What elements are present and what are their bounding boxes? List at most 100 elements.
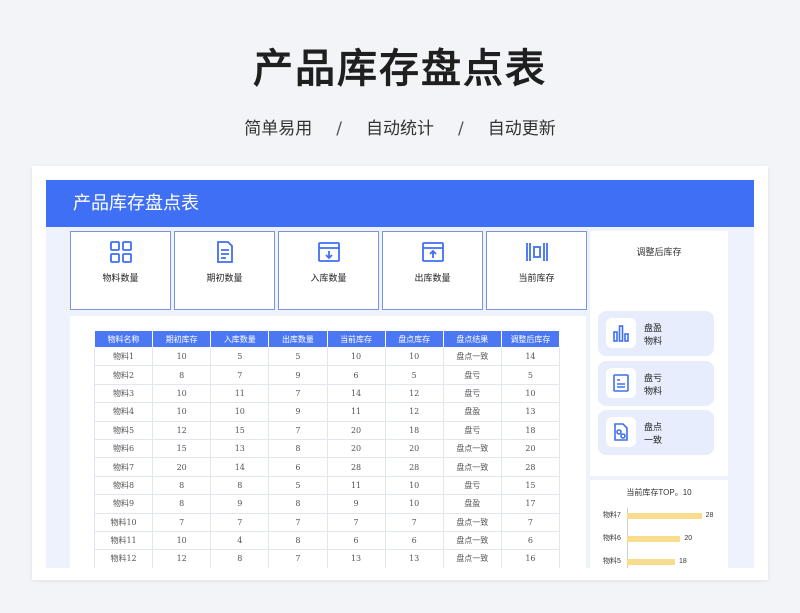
table-cell: 13 xyxy=(384,549,444,568)
table-row: 物料9 8 9 8 9 10 盘盈 17 xyxy=(93,494,561,514)
chart-bar-row: 物料7 28 xyxy=(590,511,728,521)
table-cell: 28 xyxy=(326,457,386,477)
table-cell: 11 xyxy=(326,402,386,422)
table-cell: 盘盈 xyxy=(442,402,502,422)
table-cell: 10 xyxy=(326,346,386,367)
table-cell: 6 xyxy=(268,457,328,477)
kpi-opening-count: 期初数量 xyxy=(174,231,275,310)
table-cell: 物料10 xyxy=(93,512,154,532)
table-cell: 10 xyxy=(152,530,212,551)
table-row: 物料3 10 11 7 14 12 盘亏 10 xyxy=(93,383,561,404)
sheet-header: 产品库存盘点表 xyxy=(46,180,754,227)
bar xyxy=(627,536,681,542)
table-cell: 20 xyxy=(326,438,386,459)
table-cell: 物料12 xyxy=(93,549,154,568)
stat-icon-wrap xyxy=(606,318,636,348)
table-cell: 14 xyxy=(210,457,270,477)
table-cell: 8 xyxy=(152,475,212,496)
stat-surplus: 盘盈 物料 xyxy=(598,311,714,356)
chart-bar-row: 物料6 20 xyxy=(590,534,728,544)
table-cell: 7 xyxy=(268,512,328,532)
bar xyxy=(627,559,675,565)
table-cell: 6 xyxy=(326,365,386,385)
bar-label: 物料6 xyxy=(603,535,621,542)
table-row: 物料4 10 10 9 11 12 盘盈 13 xyxy=(93,402,561,422)
table-cell: 11 xyxy=(210,383,270,404)
kpi-material-count: 物料数量 xyxy=(70,231,171,310)
table-cell: 9 xyxy=(268,365,328,385)
table-row: 物料6 15 13 8 20 20 盘点一致 20 xyxy=(93,438,561,459)
table-cell: 盘点一致 xyxy=(442,346,502,367)
bar-label: 物料5 xyxy=(603,558,621,565)
table-header-row: 物料名称 期初库存 入库数量 出库数量 当前库存 盘点库存 盘点结果 调整后库存 xyxy=(93,330,561,348)
table-cell: 6 xyxy=(326,530,386,551)
bar-value: 20 xyxy=(684,535,693,542)
bar-label: 物料7 xyxy=(603,512,621,519)
table-cell: 盘盈 xyxy=(442,494,502,514)
top10-chart: 当前库存TOP。10 物料7 28 物料6 20 物料5 18 xyxy=(590,480,728,568)
stat-label: 盘盈 xyxy=(644,323,663,333)
document-icon xyxy=(217,241,233,263)
table-cell: 盘亏 xyxy=(442,383,502,404)
table-cell: 物料6 xyxy=(93,438,154,459)
table-row: 物料2 8 7 9 6 5 盘亏 5 xyxy=(93,365,561,385)
column-header: 盘点库存 xyxy=(384,330,444,348)
table-cell: 7 xyxy=(268,383,328,404)
table-cell: 14 xyxy=(326,383,386,404)
table-cell: 5 xyxy=(500,365,561,385)
column-header: 当前库存 xyxy=(326,330,386,348)
table-cell: 18 xyxy=(500,420,561,440)
kpi-inbound-count: 入库数量 xyxy=(278,231,379,310)
table-cell: 物料11 xyxy=(93,530,154,551)
column-header: 期初库存 xyxy=(152,330,212,348)
table-cell: 5 xyxy=(268,346,328,367)
table-cell: 盘亏 xyxy=(442,475,502,496)
stat-sublabel: 物料 xyxy=(644,386,663,396)
table-cell: 7 xyxy=(152,512,212,532)
table-cell: 9 xyxy=(210,494,270,514)
preview-card: 产品库存盘点表 物料数量 期初数量 入库数量 出库数量 当前库存 调整后库存 盘… xyxy=(32,166,768,580)
table-cell: 18 xyxy=(384,420,444,440)
bar-chart-icon xyxy=(613,325,629,342)
table-cell: 6 xyxy=(384,530,444,551)
table-cell: 15 xyxy=(152,438,212,459)
table-cell: 8 xyxy=(210,549,270,568)
table-cell: 14 xyxy=(500,346,561,367)
table-cell: 17 xyxy=(500,494,561,514)
table-row: 物料7 20 14 6 28 28 盘点一致 28 xyxy=(93,457,561,477)
table-cell: 20 xyxy=(152,457,212,477)
adjusted-stock-label: 调整后库存 xyxy=(636,247,682,257)
box-out-icon xyxy=(422,242,444,262)
table-cell: 8 xyxy=(268,438,328,459)
column-header: 物料名称 xyxy=(93,330,154,348)
kpi-label: 期初数量 xyxy=(206,273,243,283)
table-cell: 10 xyxy=(210,402,270,422)
bar-value: 18 xyxy=(679,558,687,565)
stat-label: 盘点 xyxy=(644,422,663,432)
spreadsheet-preview: 产品库存盘点表 物料数量 期初数量 入库数量 出库数量 当前库存 调整后库存 盘… xyxy=(46,180,754,568)
table-cell: 盘亏 xyxy=(442,420,502,440)
table-cell: 盘亏 xyxy=(442,365,502,385)
adjusted-stock-panel: 调整后库存 xyxy=(590,231,728,310)
table-row: 物料11 10 4 8 6 6 盘点一致 6 xyxy=(93,530,561,551)
table-cell: 8 xyxy=(152,494,212,514)
table-row: 物料10 7 7 7 7 7 盘点一致 7 xyxy=(93,512,561,532)
table-cell: 物料5 xyxy=(93,420,154,440)
table-cell: 7 xyxy=(268,420,328,440)
table-cell: 10 xyxy=(384,494,444,514)
table-cell: 10 xyxy=(152,383,212,404)
table-cell: 盘点一致 xyxy=(442,457,502,477)
stat-matched: 盘点 一致 xyxy=(598,410,714,455)
table-cell: 7 xyxy=(210,512,270,532)
table-cell: 5 xyxy=(384,365,444,385)
barcode-icon xyxy=(526,243,548,261)
bar-value: 28 xyxy=(705,512,714,519)
table-cell: 8 xyxy=(152,365,212,385)
kpi-label: 出库数量 xyxy=(414,273,451,283)
check-doc-icon xyxy=(614,423,628,441)
stat-label: 盘亏 xyxy=(644,373,663,383)
table-cell: 盘点一致 xyxy=(442,549,502,568)
table-cell: 12 xyxy=(384,402,444,422)
tag-separator: / xyxy=(458,119,464,139)
table-cell: 20 xyxy=(384,438,444,459)
